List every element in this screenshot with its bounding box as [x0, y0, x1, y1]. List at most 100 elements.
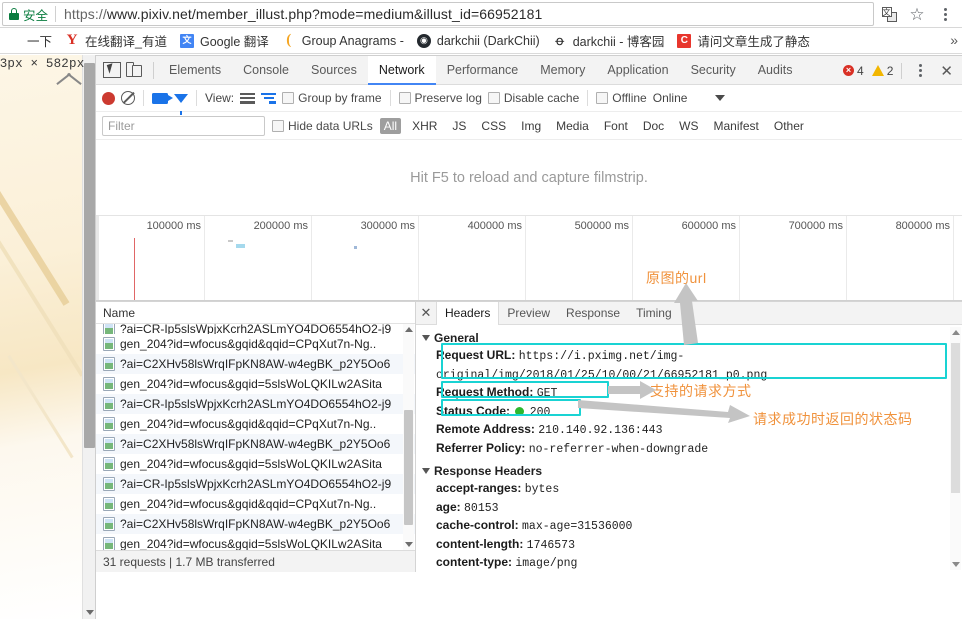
image-file-icon: [103, 437, 115, 451]
chevron-down-icon[interactable]: [952, 562, 960, 567]
list-item[interactable]: ?ai=CR-Ip5slsWpjxKcrh2ASLmYO4DO6554hO2-j…: [96, 324, 415, 334]
response-headers-section-title[interactable]: Response Headers: [422, 464, 962, 478]
tab-application[interactable]: Application: [596, 56, 679, 85]
leetcode-icon: (: [286, 32, 292, 48]
viewport-size-tooltip: 13px × 582px: [0, 57, 85, 71]
devtools-more-icon[interactable]: [907, 58, 933, 84]
chevron-down-icon[interactable]: [715, 95, 726, 101]
tab-elements[interactable]: Elements: [158, 56, 232, 85]
filter-type-img[interactable]: Img: [517, 118, 545, 134]
scrollbar-thumb[interactable]: [951, 343, 960, 493]
bookmark-item-4[interactable]: ◉ darkchii (DarkChii): [410, 30, 546, 52]
devtools-close-icon[interactable]: ✕: [935, 62, 958, 80]
list-item[interactable]: gen_204?id=wfocus&gqid&qqid=CPqXut7n-Ng.…: [96, 414, 415, 434]
tab-response[interactable]: Response: [558, 302, 628, 325]
three-dots-icon[interactable]: [932, 1, 958, 27]
network-overview[interactable]: 100000 ms 200000 ms 300000 ms 400000 ms …: [96, 216, 962, 301]
device-toolbar-icon[interactable]: [125, 61, 143, 79]
address-bar[interactable]: 安全 https://www.pixiv.net/member_illust.p…: [2, 2, 874, 26]
tab-audits[interactable]: Audits: [747, 56, 804, 85]
tab-preview[interactable]: Preview: [499, 302, 558, 325]
tab-memory[interactable]: Memory: [529, 56, 596, 85]
tab-sources[interactable]: Sources: [300, 56, 368, 85]
record-button[interactable]: [102, 91, 115, 105]
warning-icon: [871, 65, 884, 76]
disable-cache-checkbox[interactable]: Disable cache: [487, 91, 579, 105]
throttling-value[interactable]: Online: [653, 91, 688, 105]
bookmark-item-3[interactable]: ( Group Anagrams -: [275, 30, 410, 52]
list-item[interactable]: ?ai=CR-Ip5slsWpjxKcrh2ASLmYO4DO6554hO2-j…: [96, 474, 415, 494]
general-section-title[interactable]: General: [422, 331, 962, 345]
filter-icon[interactable]: [174, 93, 188, 115]
list-item[interactable]: gen_204?id=wfocus&gqid&qqid=CPqXut7n-Ng.…: [96, 334, 415, 354]
request-list-header[interactable]: Name: [96, 302, 415, 324]
filter-type-media[interactable]: Media: [552, 118, 593, 134]
bookmark-item-6[interactable]: C 请问文章生成了静态: [670, 30, 816, 52]
chevron-down-icon: [422, 335, 430, 341]
bookmarks-overflow-icon[interactable]: »: [950, 32, 958, 48]
list-item[interactable]: ?ai=C2XHv58lsWrqIFpKN8AW-w4egBK_p2Y5Oo6: [96, 354, 415, 374]
chevron-up-icon[interactable]: [952, 330, 960, 335]
page-scrollbar[interactable]: [82, 55, 95, 619]
request-name: ?ai=C2XHv58lsWrqIFpKN8AW-w4egBK_p2Y5Oo6: [120, 357, 391, 371]
list-item[interactable]: ?ai=C2XHv58lsWrqIFpKN8AW-w4egBK_p2Y5Oo6: [96, 434, 415, 454]
preserve-log-checkbox[interactable]: Preserve log: [398, 91, 482, 105]
tab-headers[interactable]: Headers: [436, 302, 500, 325]
filter-type-xhr[interactable]: XHR: [408, 118, 441, 134]
bookmark-label: Group Anagrams -: [301, 33, 404, 48]
filter-input[interactable]: Filter: [102, 115, 265, 136]
header-value: 210.140.92.136:443: [538, 424, 663, 437]
bookmark-item-2[interactable]: 文 Google 翻译: [173, 30, 275, 52]
bookmark-item-0[interactable]: 一下: [0, 30, 58, 52]
chevron-down-icon[interactable]: [86, 610, 94, 615]
tab-performance[interactable]: Performance: [436, 56, 530, 85]
scrollbar-thumb[interactable]: [404, 410, 413, 525]
list-item[interactable]: gen_204?id=wfocus&gqid=5slsWoLQKILw2ASit…: [96, 534, 415, 550]
filter-type-doc[interactable]: Doc: [639, 118, 668, 134]
checkbox-box: [272, 119, 284, 132]
tab-security[interactable]: Security: [680, 56, 747, 85]
tab-console[interactable]: Console: [232, 56, 300, 85]
bookmark-item-5[interactable]: ꝋ darkchii - 博客园: [546, 30, 671, 52]
list-item[interactable]: gen_204?id=wfocus&gqid=5slsWoLQKILw2ASit…: [96, 454, 415, 474]
inspect-element-icon[interactable]: [102, 60, 122, 80]
filter-type-manifest[interactable]: Manifest: [710, 118, 763, 134]
detail-close-icon[interactable]: ✕: [416, 305, 436, 321]
header-row-age: age: 80153: [422, 499, 962, 518]
hide-data-urls-checkbox[interactable]: Hide data URLs: [272, 119, 373, 133]
list-item[interactable]: gen_204?id=wfocus&gqid&qqid=CPqXut7n-Ng.…: [96, 494, 415, 514]
filter-type-css[interactable]: CSS: [477, 118, 510, 134]
tab-network[interactable]: Network: [367, 55, 436, 85]
clear-button[interactable]: [121, 91, 135, 105]
view-as-list-icon[interactable]: [240, 92, 256, 104]
chevron-down-icon[interactable]: [405, 542, 413, 547]
star-icon[interactable]: ☆: [904, 1, 930, 27]
tab-timing[interactable]: Timing: [628, 302, 680, 325]
filter-type-js[interactable]: JS: [448, 118, 470, 134]
translate-icon[interactable]: 文: [876, 1, 902, 27]
view-waterfall-icon[interactable]: [261, 92, 277, 104]
resize-handle-icon[interactable]: [56, 72, 82, 85]
bookmarks-bar: 一下 Y 在线翻译_有道 文 Google 翻译 ( Group Anagram…: [0, 28, 962, 54]
offline-checkbox[interactable]: Offline: [596, 91, 647, 105]
warning-count-badge[interactable]: 2: [869, 64, 897, 78]
page-scrollbar-thumb[interactable]: [84, 63, 95, 448]
chevron-up-icon[interactable]: [405, 327, 413, 332]
bookmark-item-1[interactable]: Y 在线翻译_有道: [58, 30, 173, 52]
list-item[interactable]: ?ai=C2XHv58lsWrqIFpKN8AW-w4egBK_p2Y5Oo6: [96, 514, 415, 534]
headers-scrollbar[interactable]: [950, 327, 961, 570]
filter-type-all[interactable]: All: [379, 117, 402, 134]
error-count-badge[interactable]: × 4: [840, 64, 867, 78]
overview-left-edge: [96, 216, 99, 300]
group-by-frame-checkbox[interactable]: Group by frame: [282, 91, 382, 105]
list-item[interactable]: gen_204?id=wfocus&gqid=5slsWoLQKILw2ASit…: [96, 374, 415, 394]
request-list[interactable]: ?ai=CR-Ip5slsWpjxKcrh2ASLmYO4DO6554hO2-j…: [96, 324, 415, 550]
request-list-scrollbar[interactable]: [403, 324, 414, 550]
filter-type-ws[interactable]: WS: [675, 118, 702, 134]
capture-screenshots-icon[interactable]: [152, 92, 173, 104]
filter-type-other[interactable]: Other: [770, 118, 808, 134]
filter-type-font[interactable]: Font: [600, 118, 632, 134]
overview-request-bar: [228, 240, 233, 242]
header-value: 1746573: [526, 538, 575, 552]
list-item[interactable]: ?ai=CR-Ip5slsWpjxKcrh2ASLmYO4DO6554hO2-j…: [96, 394, 415, 414]
